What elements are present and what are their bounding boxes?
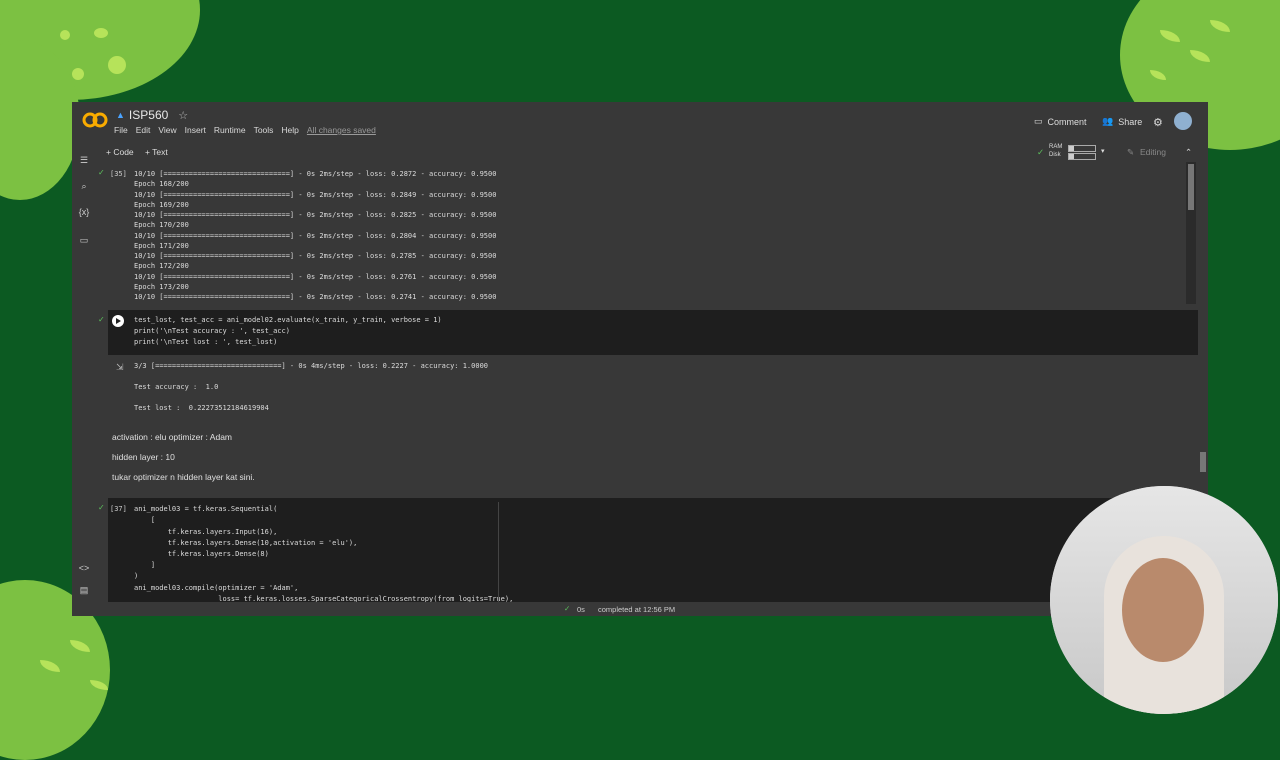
notebook-title-area: ▲ ISP560 ☆ xyxy=(116,108,188,122)
check-icon: ✓ xyxy=(98,315,105,324)
menu-runtime[interactable]: Runtime xyxy=(214,125,246,135)
avatar-icon[interactable] xyxy=(1174,112,1192,130)
code-cell-35[interactable]: ✓ [35] 10/10 [==========================… xyxy=(96,162,1198,304)
left-sidebar: ☰ ⌕ {x} ▭ <> ▤ xyxy=(72,142,96,616)
folder-icon[interactable]: ▭ xyxy=(78,234,90,246)
add-text-button[interactable]: + Text xyxy=(145,147,168,157)
check-icon: ✓ xyxy=(1037,147,1045,157)
drive-icon: ▲ xyxy=(116,110,125,120)
add-code-button[interactable]: + Code xyxy=(106,147,134,157)
menu-tools[interactable]: Tools xyxy=(254,125,274,135)
text-line: tukar optimizer n hidden layer kat sini. xyxy=(112,472,255,482)
decor-dot xyxy=(108,56,126,74)
code-line: print('\nTest lost : ', test_lost) xyxy=(134,338,278,346)
check-icon: ✓ xyxy=(98,168,105,177)
run-icon[interactable] xyxy=(112,315,124,327)
check-icon: ✓ xyxy=(98,503,105,512)
output-line: 10/10 [==============================] -… xyxy=(134,170,497,178)
decor-dot xyxy=(72,68,84,80)
menu-edit[interactable]: Edit xyxy=(136,125,151,135)
header-bar: ▲ ISP560 ☆ File Edit View Insert Runtime… xyxy=(72,102,1208,142)
menu-bar: File Edit View Insert Runtime Tools Help… xyxy=(114,125,376,135)
evaluate-output: ⇲ 3/3 [==============================] -… xyxy=(108,356,1198,426)
pencil-icon: ✎ xyxy=(1127,147,1135,157)
code-line: ani_model03.compile(optimizer = 'Adam', xyxy=(134,584,299,592)
share-icon: 👥 xyxy=(1102,116,1114,126)
menu-file[interactable]: File xyxy=(114,125,128,135)
status-time[interactable]: 0s xyxy=(577,605,585,614)
notebook-title[interactable]: ISP560 xyxy=(129,108,168,122)
output-line: Epoch 173/200 xyxy=(134,283,189,291)
share-button[interactable]: 👥 Share xyxy=(1102,116,1142,127)
output-line: Test accuracy : 1.0 xyxy=(134,383,219,391)
disk-bar xyxy=(1068,153,1096,160)
comment-label: Comment xyxy=(1047,116,1087,127)
terminal-icon[interactable]: ▤ xyxy=(78,584,90,596)
output-line: Epoch 172/200 xyxy=(134,262,189,270)
text-line: hidden layer : 10 xyxy=(112,452,175,462)
code-line: ] xyxy=(134,561,156,569)
output-line: 10/10 [==============================] -… xyxy=(134,211,497,219)
output-line: 10/10 [==============================] -… xyxy=(134,252,497,260)
code-line: ani_model03 = tf.keras.Sequential( xyxy=(134,505,278,513)
exec-count: [35] xyxy=(110,170,127,178)
output-line: Epoch 169/200 xyxy=(134,201,189,209)
menu-view[interactable]: View xyxy=(158,125,176,135)
cell-divider xyxy=(498,502,499,612)
output-line: Epoch 171/200 xyxy=(134,242,189,250)
saved-status[interactable]: All changes saved xyxy=(307,125,376,135)
exec-count: [37] xyxy=(110,505,127,513)
variables-icon[interactable]: {x} xyxy=(78,206,90,218)
output-line: 10/10 [==============================] -… xyxy=(134,293,497,301)
presenter-face xyxy=(1122,558,1204,662)
editing-label[interactable]: Editing xyxy=(1140,147,1166,157)
comment-icon: ▭ xyxy=(1034,116,1043,126)
status-bar: ✓ 0s completed at 12:56 PM xyxy=(72,602,1208,616)
output-icon[interactable]: ⇲ xyxy=(116,362,124,373)
code-line: print('\nTest accuracy : ', test_acc) xyxy=(134,327,290,335)
output-line: 10/10 [==============================] -… xyxy=(134,191,497,199)
decor-dot xyxy=(94,28,108,38)
output-line: Epoch 170/200 xyxy=(134,221,189,229)
decor-dot xyxy=(60,30,70,40)
code-line: test_lost, test_acc = ani_model02.evalua… xyxy=(134,316,442,324)
page-scrollbar-thumb[interactable] xyxy=(1200,452,1206,472)
star-icon[interactable]: ☆ xyxy=(178,109,188,122)
output-line: 3/3 [==============================] - 0… xyxy=(134,362,489,370)
colab-window: ▲ ISP560 ☆ File Edit View Insert Runtime… xyxy=(72,102,1208,616)
code-cell-evaluate[interactable]: ✓ test_lost, test_acc = ani_model02.eval… xyxy=(98,310,1198,355)
ram-bar xyxy=(1068,145,1096,152)
code-line: tf.keras.layers.Dense(10,activation = 'e… xyxy=(134,539,358,547)
ram-label[interactable]: RAM xyxy=(1049,144,1062,150)
colab-logo-icon[interactable] xyxy=(82,112,108,128)
code-line: tf.keras.layers.Input(16), xyxy=(134,528,278,536)
status-completed[interactable]: completed at 12:56 PM xyxy=(598,605,675,614)
check-icon: ✓ xyxy=(564,604,571,613)
menu-help[interactable]: Help xyxy=(281,125,298,135)
text-line: activation : elu optimizer : Adam xyxy=(112,432,233,442)
code-cell-37[interactable]: ✓ [37] ani_model03 = tf.keras.Sequential… xyxy=(98,498,1198,616)
webcam-presenter xyxy=(1050,486,1278,714)
output-line: Epoch 168/200 xyxy=(134,180,189,188)
code-line: [ xyxy=(134,516,156,524)
menu-insert[interactable]: Insert xyxy=(185,125,206,135)
notebook-toolbar: + Code + Text ✓ RAM Disk ▾ ✎ Editing ⌃ xyxy=(72,142,1208,162)
chevron-up-icon[interactable]: ⌃ xyxy=(1185,147,1192,158)
comment-button[interactable]: ▭ Comment xyxy=(1034,116,1087,127)
output-line: 10/10 [==============================] -… xyxy=(134,273,497,281)
output-scrollbar[interactable] xyxy=(1186,162,1196,304)
menu-icon[interactable]: ☰ xyxy=(78,154,90,166)
search-icon[interactable]: ⌕ xyxy=(78,180,90,192)
chevron-down-icon[interactable]: ▾ xyxy=(1101,147,1105,155)
text-cell[interactable]: activation : elu optimizer : Adam hidden… xyxy=(108,428,1206,494)
code-line: tf.keras.layers.Dense(8) xyxy=(134,550,269,558)
disk-label[interactable]: Disk xyxy=(1049,152,1061,158)
code-line: ) xyxy=(134,572,139,580)
gear-icon[interactable]: ⚙ xyxy=(1153,116,1163,129)
output-line: Test lost : 0.22273512184619904 xyxy=(134,404,269,412)
share-label: Share xyxy=(1118,116,1143,127)
output-line: 10/10 [==============================] -… xyxy=(134,232,497,240)
code-snippets-icon[interactable]: <> xyxy=(78,562,90,574)
